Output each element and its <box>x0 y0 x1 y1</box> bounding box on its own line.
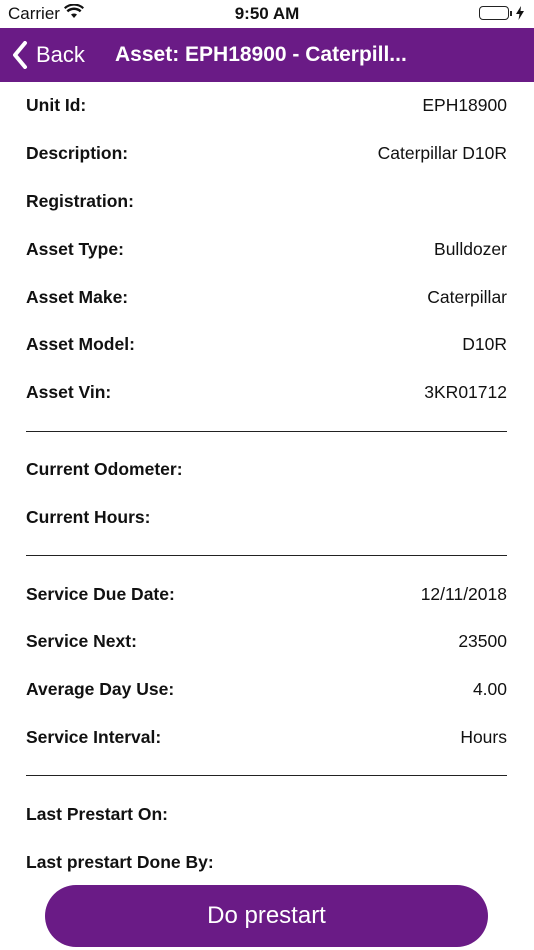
detail-value: EPH18900 <box>422 95 507 116</box>
asset-info-section: Unit Id: EPH18900 Description: Caterpillar… <box>26 82 507 417</box>
carrier-label: Carrier <box>8 4 60 23</box>
detail-label: Current Hours: <box>26 506 151 527</box>
back-button[interactable]: Back <box>12 38 85 72</box>
detail-value: D10R <box>462 334 507 355</box>
detail-row: Last prestart Done By: <box>26 838 507 886</box>
detail-row: Unit Id: EPH18900 <box>26 82 507 130</box>
detail-label: Service Next: <box>26 631 137 652</box>
asset-details: Unit Id: EPH18900 Description: Caterpillar… <box>26 82 507 886</box>
detail-row: Average Day Use: 4.00 <box>26 666 507 714</box>
navigation-bar: Back Asset: EPH18900 - Caterpill... <box>0 28 534 82</box>
detail-value: 3KR01712 <box>424 382 507 403</box>
detail-row: Description: Caterpillar D10R <box>26 130 507 178</box>
status-bar: Carrier 9:50 AM <box>0 0 534 28</box>
detail-row: Service Due Date: 12/11/2018 <box>26 570 507 618</box>
detail-label: Average Day Use: <box>26 679 175 700</box>
detail-label: Last Prestart On: <box>26 803 168 824</box>
chevron-left-icon <box>13 41 27 69</box>
detail-label: Asset Vin: <box>26 382 112 403</box>
detail-label: Service Interval: <box>26 726 162 747</box>
service-section: Service Due Date: 12/11/2018 Service Next… <box>26 570 507 761</box>
detail-row: Registration: <box>26 178 507 226</box>
battery-icon <box>479 6 524 20</box>
section-divider <box>26 555 507 557</box>
bolt-icon <box>516 6 524 20</box>
do-prestart-button[interactable]: Do prestart <box>45 885 488 947</box>
detail-value: Caterpillar <box>427 286 507 307</box>
detail-value: Caterpillar D10R <box>377 143 507 164</box>
prestart-section: Last Prestart On: Last prestart Done By: <box>26 790 507 886</box>
detail-value: 4.00 <box>472 679 507 700</box>
detail-value: Bulldozer <box>434 238 507 259</box>
detail-value: Hours <box>460 726 507 747</box>
detail-row: Service Interval: Hours <box>26 714 507 762</box>
section-divider <box>26 430 507 432</box>
detail-value: 12/11/2018 <box>420 583 507 604</box>
wifi-icon <box>64 3 84 25</box>
detail-row: Last Prestart On: <box>26 790 507 838</box>
detail-label: Service Due Date: <box>26 583 175 604</box>
detail-row: Service Next: 23500 <box>26 618 507 666</box>
detail-row: Asset Type: Bulldozer <box>26 225 507 273</box>
detail-label: Asset Type: <box>26 238 124 259</box>
detail-row: Asset Model: D10R <box>26 321 507 369</box>
detail-row: Current Odometer: <box>26 446 507 494</box>
detail-label: Last prestart Done By: <box>26 851 214 872</box>
detail-label: Registration: <box>26 190 134 211</box>
usage-section: Current Odometer: Current Hours: <box>26 446 507 542</box>
detail-label: Description: <box>26 143 129 164</box>
page-title: Asset: EPH18900 - Caterpill... <box>115 43 407 66</box>
detail-row: Asset Make: Caterpillar <box>26 273 507 321</box>
detail-row: Asset Vin: 3KR01712 <box>26 369 507 417</box>
detail-label: Unit Id: <box>26 95 87 116</box>
detail-label: Asset Model: <box>26 334 135 355</box>
detail-value: 23500 <box>458 631 507 652</box>
section-divider <box>26 775 507 777</box>
detail-label: Asset Make: <box>26 286 129 307</box>
detail-label: Current Odometer: <box>26 458 183 479</box>
back-label: Back <box>36 42 85 67</box>
detail-row: Current Hours: <box>26 493 507 541</box>
